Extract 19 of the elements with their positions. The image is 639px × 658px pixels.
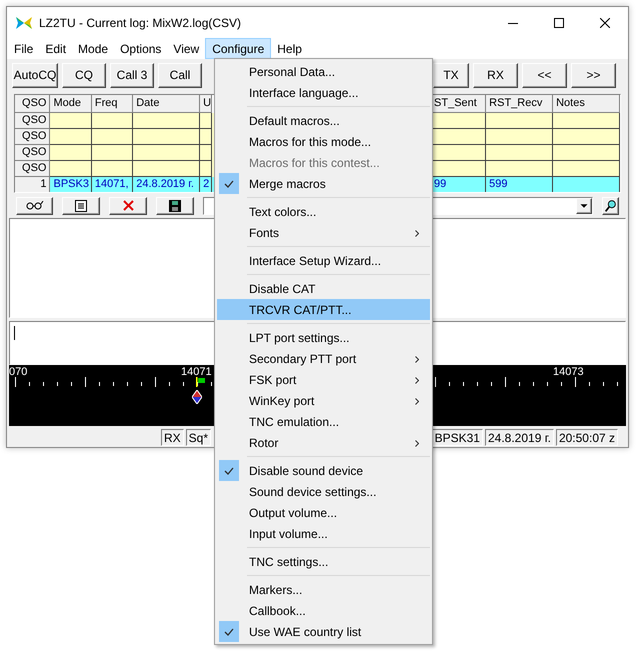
table-cell: BPSK3 <box>50 177 92 192</box>
table-cell: 24.8.2019 г. <box>133 177 200 192</box>
table-cell: 599 <box>486 177 554 192</box>
status-panel: Sq* <box>186 429 212 446</box>
table-cell: 99 <box>431 177 486 192</box>
status-panel: 24.8.2019 г. <box>484 429 554 446</box>
row-header: 1 <box>15 177 50 192</box>
table-cell: 2 <box>200 177 212 192</box>
window-title: LZ2TU - Current log: MixW2.log(CSV) <box>39 14 242 32</box>
row-header: QSO <box>15 161 50 177</box>
scale-label: 070 <box>9 366 28 378</box>
status-panel: RX <box>161 429 184 446</box>
row-header: QSO <box>15 113 50 129</box>
table-cell: 14071, <box>92 177 134 192</box>
row-header: QSO <box>15 129 50 145</box>
status-panel: 20:50:07 z <box>556 429 618 446</box>
row-header: QSO <box>15 145 50 161</box>
scale-label: 14073 <box>553 366 584 378</box>
scale-label: 14071 <box>181 366 212 378</box>
